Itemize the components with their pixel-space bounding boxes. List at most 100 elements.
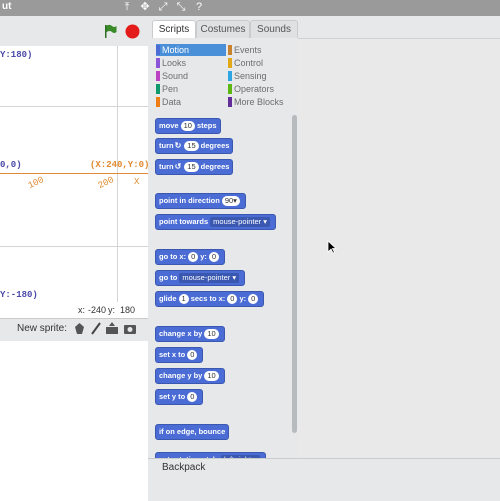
category-color-swatch	[156, 71, 160, 81]
backpack-label: Backpack	[162, 462, 206, 473]
backpack[interactable]: Backpack	[148, 458, 500, 501]
block-text: degrees	[200, 162, 230, 171]
block-go-to-xy[interactable]: go to x: 0 y: 0	[155, 249, 226, 265]
block-input[interactable]: 10	[204, 329, 219, 340]
upload-icon[interactable]: ⤒	[120, 0, 134, 14]
category-pen[interactable]: Pen	[156, 83, 178, 95]
category-events[interactable]: Events	[228, 44, 262, 56]
block-text: change x by	[159, 329, 203, 338]
category-color-swatch	[228, 45, 232, 55]
green-flag-icon[interactable]	[103, 24, 117, 38]
block-text: secs to x:	[190, 294, 226, 303]
block-glide[interactable]: glide 1 secs to x: 0 y: 0	[155, 291, 265, 307]
block-text: steps	[196, 121, 217, 130]
category-label: Motion	[162, 45, 190, 55]
block-input[interactable]: 0	[188, 252, 199, 263]
camera-sprite-icon[interactable]	[123, 322, 137, 335]
tab-costumes[interactable]: Costumes	[196, 20, 250, 39]
block-point-in-direction[interactable]: point in direction 90▾	[155, 193, 246, 209]
block-change-y[interactable]: change y by 10	[155, 368, 225, 384]
block-input[interactable]: 0	[227, 294, 238, 305]
rotate-counterclockwise-icon: ↺	[174, 162, 182, 171]
motion-blocks: move 10 steps turn↻ 15 degrees turn↺ 15 degree…	[148, 112, 294, 500]
category-label: Looks	[162, 58, 187, 68]
block-go-to[interactable]: go to mouse-pointer ▾	[155, 270, 246, 286]
category-color-swatch	[228, 97, 232, 107]
category-more-blocks[interactable]: More Blocks	[228, 96, 284, 108]
grid-line	[0, 106, 148, 107]
window-title-fragment: ut	[2, 1, 12, 12]
category-label: More Blocks	[234, 97, 284, 107]
category-motion[interactable]: Motion	[156, 44, 226, 56]
duplicate-icon[interactable]: ✥	[138, 0, 152, 14]
block-text: set y to	[159, 392, 186, 401]
block-change-x[interactable]: change x by 10	[155, 326, 225, 342]
category-color-swatch	[228, 71, 232, 81]
block-set-x[interactable]: set x to 0	[155, 347, 204, 363]
block-move-steps[interactable]: move 10 steps	[155, 118, 221, 134]
block-text: go to	[159, 273, 178, 282]
paint-sprite-icon[interactable]	[89, 322, 102, 335]
category-list: Motion Events Looks Control Sound Sensin…	[152, 41, 294, 111]
palette-scrollbar[interactable]	[292, 115, 297, 433]
block-input[interactable]: 15	[184, 141, 199, 152]
category-operators[interactable]: Operators	[228, 83, 274, 95]
sprite-list[interactable]	[0, 341, 148, 500]
help-icon[interactable]: ?	[192, 0, 206, 14]
tab-bar: Scripts Costumes Sounds	[148, 16, 500, 39]
block-input[interactable]: 15	[184, 162, 199, 173]
category-color-swatch	[156, 97, 160, 107]
x-axis-line	[0, 173, 148, 174]
category-sound[interactable]: Sound	[156, 70, 188, 82]
mouse-y-label: y:	[108, 305, 116, 315]
block-dropdown[interactable]: mouse-pointer ▾	[210, 217, 270, 228]
block-text: move	[159, 121, 179, 130]
category-color-swatch	[156, 45, 160, 55]
stage-header	[0, 16, 148, 47]
rotate-clockwise-icon: ↻	[174, 141, 182, 150]
choose-sprite-icon[interactable]	[73, 322, 86, 335]
shrink-icon[interactable]: ⤡	[174, 0, 188, 14]
new-sprite-label: New sprite:	[17, 323, 68, 334]
block-dropdown[interactable]: mouse-pointer ▾	[179, 273, 240, 284]
block-input[interactable]: 10	[180, 121, 195, 132]
block-text: point towards	[159, 217, 209, 226]
axis-tick-200: 200	[96, 175, 116, 191]
tab-sounds[interactable]: Sounds	[250, 20, 298, 39]
block-input[interactable]: 0	[248, 294, 259, 305]
upload-sprite-icon[interactable]	[105, 322, 119, 335]
category-label: Sensing	[234, 71, 267, 81]
block-turn-counterclockwise[interactable]: turn↺ 15 degrees	[155, 159, 234, 175]
category-label: Operators	[234, 84, 275, 94]
category-sensing[interactable]: Sensing	[228, 70, 267, 82]
block-text: turn	[159, 162, 174, 171]
block-text: point in direction	[159, 196, 220, 205]
category-data[interactable]: Data	[156, 96, 181, 108]
block-set-y[interactable]: set y to 0	[155, 389, 204, 405]
category-looks[interactable]: Looks	[156, 57, 186, 69]
category-label: Sound	[162, 71, 189, 81]
block-turn-clockwise[interactable]: turn↻ 15 degrees	[155, 138, 234, 154]
block-dropdown-input[interactable]: 90▾	[221, 196, 240, 207]
block-text: change y by	[159, 371, 203, 380]
block-if-on-edge-bounce[interactable]: if on edge, bounce	[155, 424, 230, 440]
mouse-x-value: -240	[88, 305, 107, 315]
stage[interactable]: Y:180) 0,0) (X:240,Y:0) Y:-180) 100 200 …	[0, 46, 149, 302]
block-input[interactable]: 1	[178, 294, 189, 305]
block-input[interactable]: 10	[204, 371, 219, 382]
grow-icon[interactable]: ⤢	[156, 0, 170, 14]
category-color-swatch	[228, 58, 232, 68]
category-color-swatch	[156, 58, 160, 68]
block-text: set x to	[159, 350, 186, 359]
block-point-towards[interactable]: point towards mouse-pointer ▾	[155, 214, 276, 230]
stop-icon[interactable]	[125, 24, 140, 39]
grid-line	[0, 246, 148, 247]
block-input[interactable]: 0	[187, 392, 198, 403]
block-input[interactable]: 0	[187, 350, 198, 361]
tab-scripts[interactable]: Scripts	[152, 20, 196, 39]
menu-bar: ut ⤒ ✥ ⤢ ⤡ ?	[0, 0, 500, 16]
coord-label-right: (X:240,Y:0)	[90, 160, 149, 170]
block-input[interactable]: 0	[208, 252, 220, 263]
category-control[interactable]: Control	[228, 57, 263, 69]
category-label: Events	[234, 45, 262, 55]
